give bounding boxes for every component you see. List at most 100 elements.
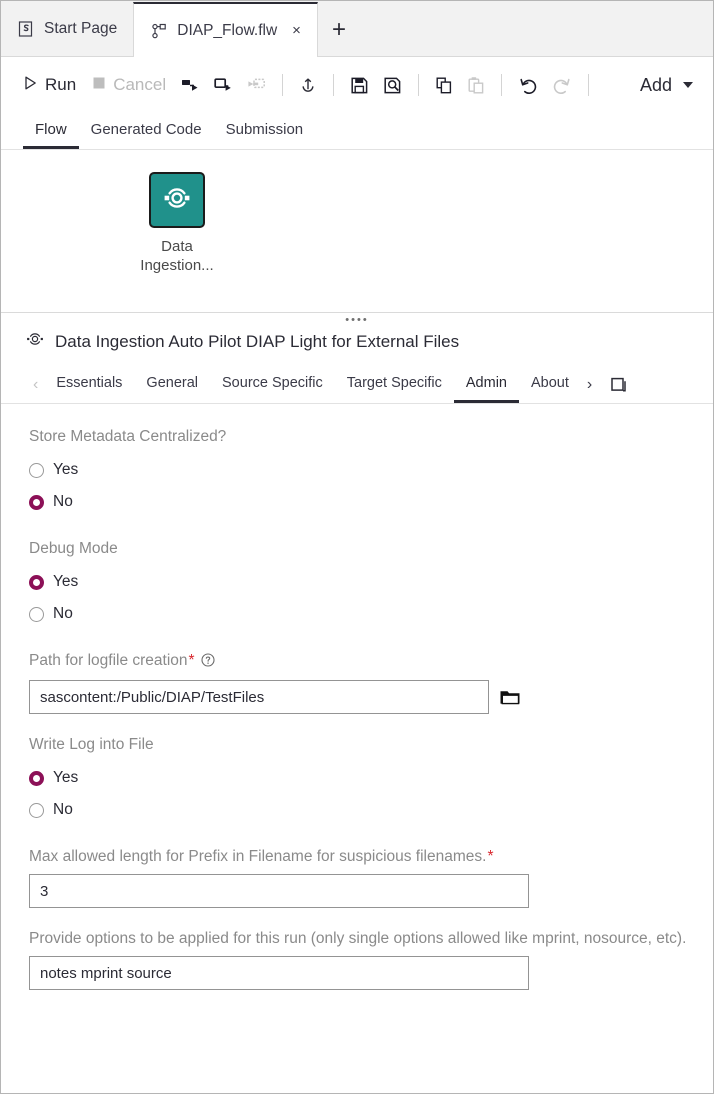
radio-debug-mode-yes[interactable]: Yes (29, 566, 687, 598)
node-label: Data Ingestion... (129, 237, 225, 275)
tab-generated-code[interactable]: Generated Code (79, 113, 214, 149)
tab-essentials[interactable]: Essentials (44, 366, 134, 403)
redo-icon (545, 72, 579, 99)
panel-header: Data Ingestion Auto Pilot DIAP Light for… (1, 327, 713, 354)
radio-debug-mode-no[interactable]: No (29, 598, 687, 630)
run-node-icon[interactable] (174, 72, 207, 98)
field-max-prefix-length: Max allowed length for Prefix in Filenam… (29, 846, 687, 908)
radio-icon (29, 802, 44, 818)
field-label: Provide options to be applied for this r… (29, 930, 687, 947)
restore-panel-icon[interactable] (598, 366, 634, 403)
field-store-metadata-centralized: Store Metadata Centralized? Yes No (29, 426, 687, 518)
property-tab-bar: ‹ Essentials General Source Specific Tar… (1, 366, 713, 404)
radio-label: No (53, 801, 73, 818)
field-write-log-into-file: Write Log into File Yes No (29, 734, 687, 826)
toolbar-separator (333, 74, 335, 96)
run-button-label: Run (45, 75, 77, 94)
field-label-text: Path for logfile creation (29, 652, 188, 669)
window-tab-label: Start Page (44, 20, 118, 37)
toolbar-separator (588, 74, 590, 96)
node-icon-box (149, 172, 205, 228)
sas-logo-icon (17, 20, 35, 38)
path-for-logfile-creation-input[interactable]: sascontent:/Public/DIAP/TestFiles (29, 680, 489, 714)
save-as-icon[interactable] (376, 72, 409, 99)
tab-label: Essentials (56, 375, 123, 391)
sas-studio-window: Start Page DIAP_Flow.flw × + Run Cancel … (0, 0, 714, 1094)
field-path-for-logfile-creation: Path for logfile creation* sascontent:/P… (29, 650, 687, 714)
copy-icon[interactable] (428, 72, 460, 99)
cancel-button-label: Cancel (113, 75, 167, 94)
cancel-button: Cancel (84, 71, 174, 99)
toolbar-separator (501, 74, 503, 96)
tab-label: Target Specific (346, 375, 442, 391)
window-tab-label: DIAP_Flow.flw (177, 21, 278, 39)
radio-label: No (53, 493, 73, 510)
window-tab-strip: Start Page DIAP_Flow.flw × + (1, 1, 713, 57)
radio-label: No (53, 605, 73, 622)
radio-icon (29, 462, 44, 478)
upload-icon[interactable] (292, 72, 324, 98)
paste-icon (460, 72, 492, 99)
tab-submission[interactable]: Submission (214, 113, 316, 149)
tab-label: Admin (465, 375, 507, 391)
run-from-node-icon[interactable] (207, 72, 240, 98)
add-button[interactable]: Add (634, 71, 699, 100)
tab-target-specific[interactable]: Target Specific (335, 366, 454, 403)
radio-icon-selected (29, 574, 44, 590)
save-icon[interactable] (343, 72, 376, 99)
tab-label: General (146, 375, 199, 391)
flow-node-data-ingestion[interactable]: Data Ingestion... (129, 172, 225, 275)
run-options-input[interactable]: notes mprint source (29, 956, 529, 990)
admin-form: Store Metadata Centralized? Yes No Debug… (1, 404, 713, 1093)
panel-resize-handle[interactable]: •••• (1, 313, 713, 327)
new-tab-button[interactable]: + (318, 18, 360, 42)
tab-source-specific[interactable]: Source Specific (210, 366, 335, 403)
grip-dots-icon: •••• (345, 314, 369, 326)
run-button[interactable]: Run (15, 71, 84, 100)
tab-general[interactable]: General (134, 366, 210, 403)
field-label: Store Metadata Centralized? (29, 428, 227, 445)
field-debug-mode: Debug Mode Yes No (29, 538, 687, 630)
max-prefix-length-input[interactable]: 3 (29, 874, 529, 908)
add-button-label: Add (639, 74, 672, 95)
tab-label: About (530, 375, 569, 391)
main-toolbar: Run Cancel Add (1, 57, 713, 113)
stop-icon (92, 75, 106, 95)
tab-label: Submission (225, 121, 304, 138)
flow-canvas[interactable]: Data Ingestion... (1, 150, 713, 312)
radio-store-metadata-yes[interactable]: Yes (29, 454, 687, 486)
radio-store-metadata-no[interactable]: No (29, 486, 687, 518)
radio-write-log-no[interactable]: No (29, 794, 687, 826)
scroll-right-icon[interactable]: › (581, 366, 598, 403)
field-label: Debug Mode (29, 540, 118, 557)
required-marker: * (188, 652, 195, 669)
folder-icon[interactable] (499, 687, 521, 707)
tab-about[interactable]: About (519, 366, 581, 403)
flow-icon (150, 22, 168, 40)
radio-icon-selected (29, 770, 44, 786)
field-label: Write Log into File (29, 736, 154, 753)
scroll-left-icon[interactable]: ‹ (27, 366, 44, 403)
undo-icon[interactable] (511, 72, 545, 99)
chevron-down-icon (683, 82, 693, 88)
tab-flow[interactable]: Flow (23, 113, 79, 149)
required-marker: * (487, 848, 494, 865)
field-run-options: Provide options to be applied for this r… (29, 928, 687, 990)
play-icon (23, 75, 38, 96)
question-circle-icon[interactable] (201, 652, 215, 674)
page-title: Data Ingestion Auto Pilot DIAP Light for… (55, 331, 460, 351)
tab-label: Flow (35, 121, 67, 138)
radio-write-log-yes[interactable]: Yes (29, 762, 687, 794)
node-label-line-2: Ingestion... (140, 257, 214, 274)
run-to-node-icon (240, 72, 273, 98)
close-icon[interactable]: × (292, 23, 301, 38)
data-ingestion-icon (160, 181, 194, 220)
tab-label: Source Specific (222, 375, 323, 391)
tab-admin[interactable]: Admin (453, 366, 519, 403)
window-tab-start-page[interactable]: Start Page (1, 2, 134, 56)
view-tab-bar: Flow Generated Code Submission (1, 113, 713, 150)
radio-label: Yes (53, 573, 79, 590)
radio-label: Yes (53, 461, 79, 478)
window-tab-diap-flow[interactable]: DIAP_Flow.flw × (133, 2, 318, 57)
toolbar-separator (418, 74, 420, 96)
